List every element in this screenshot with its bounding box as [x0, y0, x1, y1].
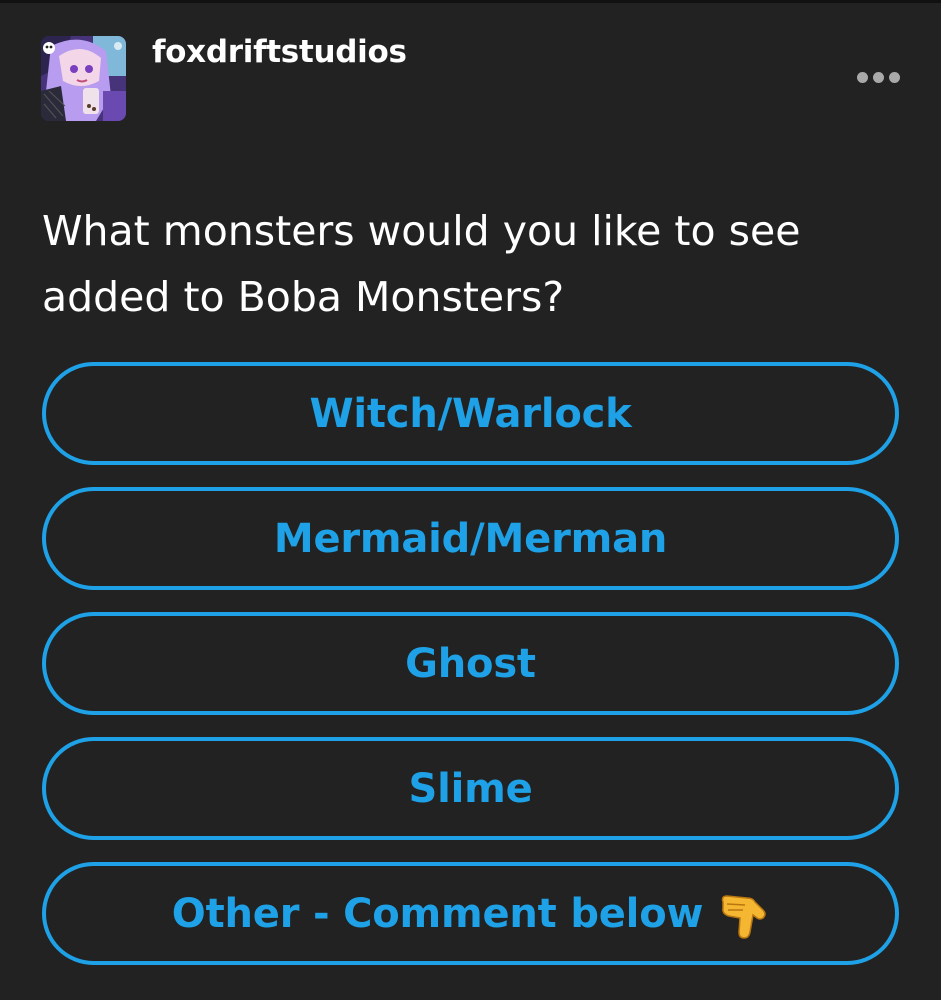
- poll-option-label: Ghost: [405, 640, 536, 687]
- poll-option-slime[interactable]: Slime: [42, 737, 899, 840]
- poll-option-ghost[interactable]: Ghost: [42, 612, 899, 715]
- poll-option-label: Mermaid/Merman: [273, 515, 668, 562]
- post-username[interactable]: foxdriftstudios: [152, 34, 407, 70]
- poll-option-other[interactable]: Other - Comment below: [42, 862, 899, 965]
- avatar-illustration: [41, 36, 126, 121]
- poll-options: Witch/Warlock Mermaid/Merman Ghost Slime…: [42, 362, 899, 987]
- poll-option-label: Other - Comment below: [171, 890, 704, 937]
- more-horizontal-icon: [856, 71, 868, 83]
- poll-option-label: Slime: [408, 765, 533, 812]
- poll-option-witch-warlock[interactable]: Witch/Warlock: [42, 362, 899, 465]
- poll-option-mermaid-merman[interactable]: Mermaid/Merman: [42, 487, 899, 590]
- poll-option-label: Witch/Warlock: [309, 390, 632, 437]
- backhand-index-pointing-down-icon: [721, 894, 766, 939]
- avatar[interactable]: [41, 36, 126, 121]
- poll-question: What monsters would you like to see adde…: [42, 207, 801, 321]
- post-header: foxdriftstudios: [0, 0, 941, 140]
- more-horizontal-icon-dot: [872, 71, 884, 83]
- more-horizontal-icon-dot: [888, 71, 900, 83]
- more-options-button[interactable]: [848, 62, 908, 92]
